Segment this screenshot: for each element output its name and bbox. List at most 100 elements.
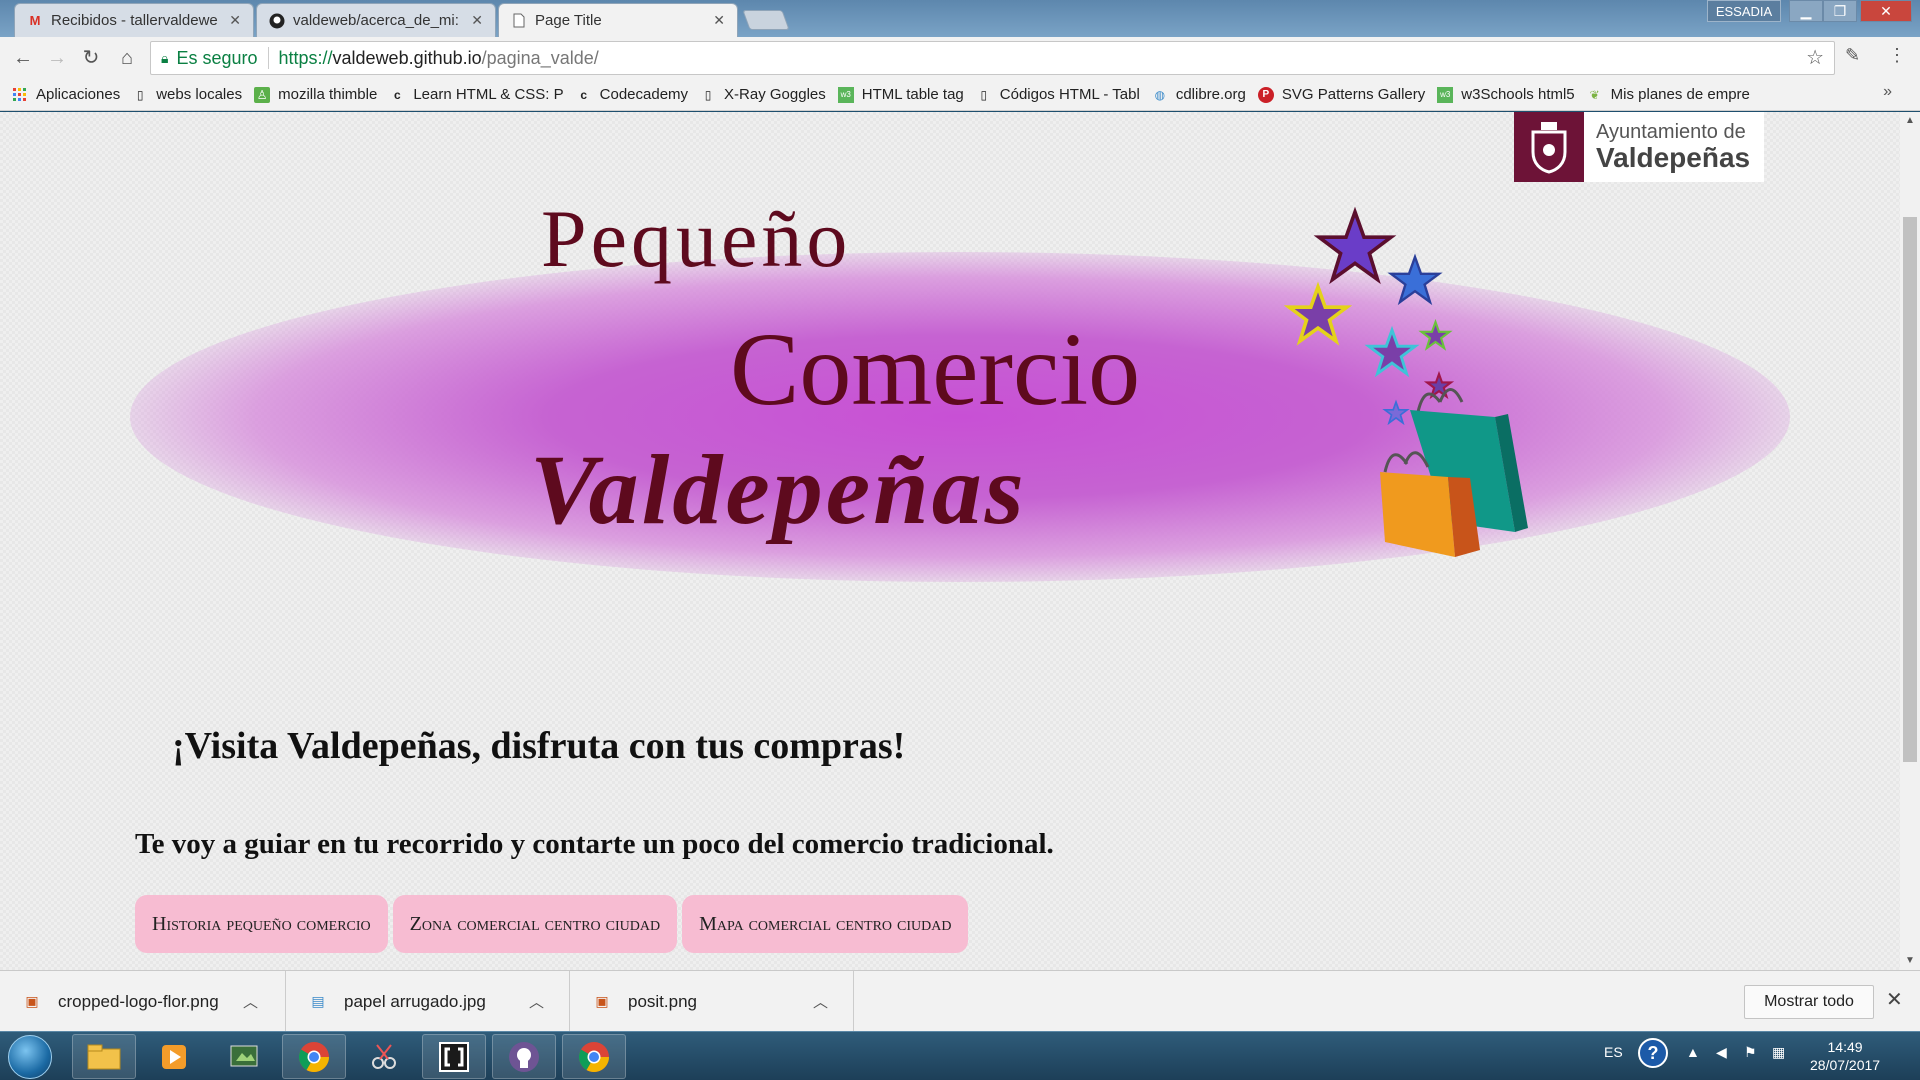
download-filename: papel arrugado.jpg <box>344 991 486 1011</box>
chrome-icon[interactable] <box>562 1034 626 1079</box>
nav-zona-comercial-button[interactable]: Zona comercial centro ciudad <box>392 895 678 953</box>
pinterest-icon: P <box>1257 86 1274 103</box>
bookmark-label: Aplicaciones <box>36 86 121 103</box>
system-clock[interactable]: 14:49 28/07/2017 <box>1810 1038 1880 1074</box>
snipping-tool-icon[interactable] <box>352 1034 416 1079</box>
new-tab-button[interactable] <box>742 10 790 30</box>
minimize-button[interactable]: ▁ <box>1789 0 1823 22</box>
divider <box>267 47 269 69</box>
coat-of-arms-icon <box>1514 112 1584 182</box>
codecademy-icon: c <box>393 87 401 102</box>
chrome-icon[interactable] <box>282 1034 346 1079</box>
profile-button[interactable]: ESSADIA <box>1707 0 1781 22</box>
clock-time: 14:49 <box>1827 1039 1863 1055</box>
bookmark-mozilla-thimble[interactable]: ♙ mozilla thimble <box>254 86 377 103</box>
start-button[interactable] <box>8 1035 52 1079</box>
flag-icon[interactable]: ⚑ <box>1744 1044 1757 1061</box>
thimble-icon: ♙ <box>254 86 271 103</box>
nav-historia-button[interactable]: Historia pequeño comercio <box>135 895 388 953</box>
url-path: /pagina_valde/ <box>481 47 599 68</box>
banner-title-pequeno: Pequeño <box>541 193 852 284</box>
bookmark-star-icon[interactable]: ☆ <box>1806 45 1824 70</box>
w3schools-icon: w3 <box>1437 86 1454 103</box>
show-hidden-icons-icon[interactable]: ▲ <box>1686 1044 1700 1060</box>
shopping-bags-stars-illustration <box>1283 206 1528 557</box>
screen-capture-icon[interactable] <box>212 1034 276 1079</box>
gmail-icon: M <box>29 13 41 28</box>
codecademy-icon: c <box>580 87 587 102</box>
scroll-down-arrow-icon[interactable]: ▼ <box>1900 952 1920 970</box>
file-explorer-icon[interactable] <box>72 1034 136 1079</box>
close-icon[interactable]: ✕ <box>229 12 241 29</box>
bookmark-label: HTML table tag <box>861 86 964 103</box>
jpg-file-icon: ▤ <box>311 993 325 1009</box>
windows-taskbar: ES ? ▲ ◀ ⚑ ▦ 14:49 28/07/2017 <box>0 1031 1920 1080</box>
more-bookmarks-button[interactable]: » <box>1883 83 1892 101</box>
bookmark-xray-goggles[interactable]: ▯ X-Ray Goggles <box>700 86 826 103</box>
brackets-editor-icon[interactable] <box>422 1034 486 1079</box>
language-indicator[interactable]: ES <box>1604 1044 1623 1060</box>
page-content: Ayuntamiento de Valdepeñas Pequeño Comer… <box>0 112 1900 970</box>
tab-gmail[interactable]: M Recibidos - tallervaldewe ✕ <box>14 3 254 37</box>
clock-date: 28/07/2017 <box>1810 1057 1881 1073</box>
chevron-up-icon[interactable]: ︿ <box>243 991 258 1012</box>
bookmark-apps[interactable]: Aplicaciones <box>12 86 120 103</box>
bookmark-codigos-html[interactable]: ▯ Códigos HTML - Tabl <box>976 86 1139 103</box>
page-headline: ¡Visita Valdepeñas, disfruta con tus com… <box>172 725 906 767</box>
png-file-icon: ▣ <box>25 993 39 1009</box>
reload-button[interactable]: ↻ <box>78 45 104 71</box>
close-icon[interactable]: ✕ <box>471 12 483 29</box>
bookmark-mis-planes[interactable]: ❦ Mis planes de empre <box>1587 86 1750 103</box>
home-button[interactable]: ⌂ <box>114 45 140 71</box>
help-icon[interactable]: ? <box>1638 1038 1668 1068</box>
maximize-button[interactable]: ❐ <box>1823 0 1857 22</box>
ayuntamiento-logo[interactable]: Ayuntamiento de Valdepeñas <box>1514 112 1764 182</box>
url-host: valdeweb.github.io <box>332 47 482 68</box>
back-button[interactable]: ← <box>10 45 36 71</box>
star-icon <box>1283 281 1353 346</box>
scroll-thumb[interactable] <box>1903 217 1917 762</box>
bookmark-svg-patterns[interactable]: P SVG Patterns Gallery <box>1257 86 1425 103</box>
logo-line2: Valdepeñas <box>1596 141 1751 173</box>
star-icon <box>1387 253 1443 306</box>
chevron-up-icon[interactable]: ︿ <box>529 991 544 1012</box>
chevron-up-icon[interactable]: ︿ <box>813 991 828 1012</box>
eyedropper-icon[interactable]: ✎ <box>1845 45 1860 66</box>
scroll-up-arrow-icon[interactable]: ▲ <box>1900 112 1920 130</box>
vertical-scrollbar[interactable]: ▲ ▼ <box>1900 112 1920 970</box>
star-icon <box>1364 325 1420 378</box>
media-player-icon[interactable] <box>142 1034 206 1079</box>
download-item[interactable]: ▤ papel arrugado.jpg ︿ <box>286 971 570 1032</box>
volume-icon[interactable]: ◀ <box>1716 1044 1727 1061</box>
github-desktop-icon[interactable] <box>492 1034 556 1079</box>
address-bar[interactable]: 🔒︎ Es seguro https:// valdeweb.github.io… <box>150 41 1835 75</box>
download-item[interactable]: ▣ posit.png ︿ <box>570 971 854 1032</box>
bookmark-learn-html[interactable]: c Learn HTML & CSS: P <box>389 86 564 103</box>
png-file-icon: ▣ <box>595 993 609 1009</box>
tab-github[interactable]: valdeweb/acerca_de_mi: ✕ <box>256 3 496 37</box>
network-icon[interactable]: ▦ <box>1772 1044 1785 1061</box>
bookmark-codecademy[interactable]: c Codecademy <box>576 86 688 103</box>
bookmark-html-table-tag[interactable]: w3 HTML table tag <box>837 86 964 103</box>
hero-banner: Pequeño Comercio Valdepeñas <box>130 182 1790 642</box>
globe-icon: ◍ <box>1154 87 1166 102</box>
nav-mapa-comercial-button[interactable]: Mapa comercial centro ciudad <box>682 895 969 953</box>
menu-icon[interactable]: ⋮ <box>1888 45 1906 66</box>
banner-title-comercio: Comercio <box>730 312 1141 427</box>
star-icon <box>1418 318 1453 351</box>
browser-toolbar: ← → ↻ ⌂ 🔒︎ Es seguro https:// valdeweb.g… <box>0 37 1920 79</box>
download-item[interactable]: ▣ cropped-logo-flor.png ︿ <box>0 971 286 1032</box>
show-all-downloads-button[interactable]: Mostrar todo <box>1744 985 1874 1019</box>
bookmark-cdlibre[interactable]: ◍ cdlibre.org <box>1152 86 1246 103</box>
bookmark-webs-locales[interactable]: ▯ webs locales <box>132 86 242 103</box>
close-icon[interactable]: ✕ <box>713 12 725 29</box>
tab-page-title[interactable]: Page Title ✕ <box>498 3 738 37</box>
window-close-button[interactable]: ✕ <box>1860 0 1912 22</box>
tab-title: Page Title <box>535 12 602 29</box>
bookmark-w3schools-html5[interactable]: w3 w3Schools html5 <box>1437 86 1575 103</box>
title-bar: M Recibidos - tallervaldewe ✕ valdeweb/a… <box>0 0 1920 37</box>
apps-grid-icon <box>12 87 28 103</box>
forward-button[interactable]: → <box>44 45 70 71</box>
close-icon[interactable]: ✕ <box>1886 987 1903 1012</box>
bookmark-label: Learn HTML & CSS: P <box>413 86 564 103</box>
